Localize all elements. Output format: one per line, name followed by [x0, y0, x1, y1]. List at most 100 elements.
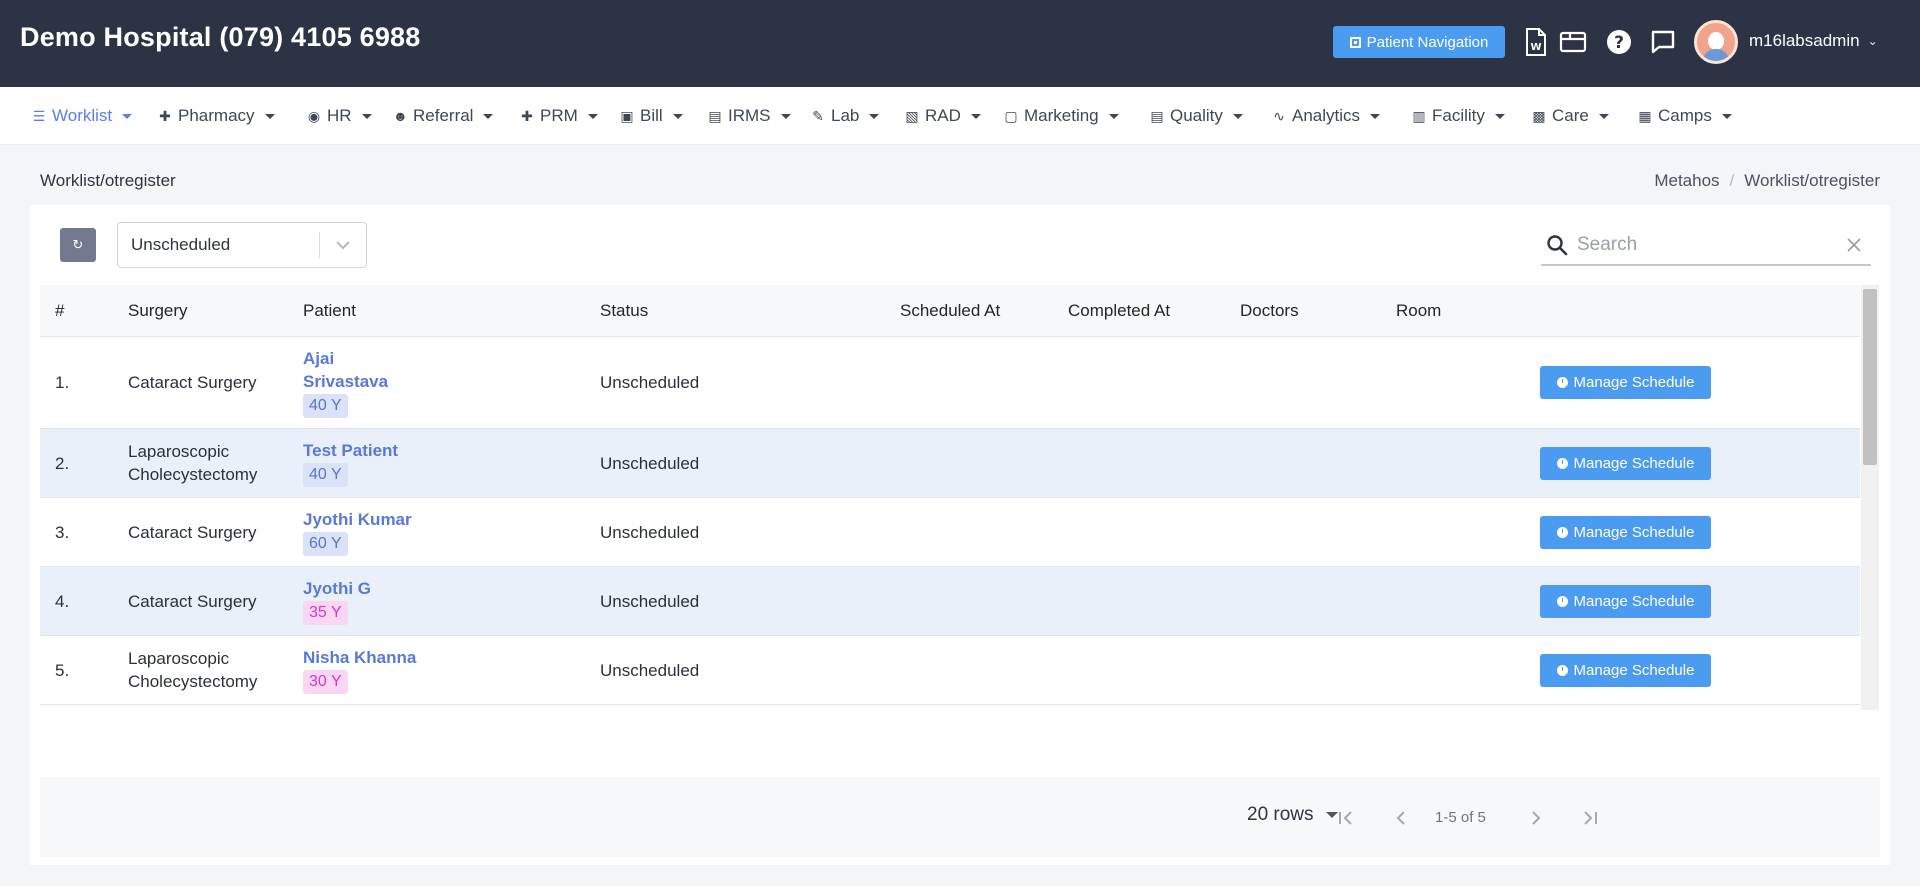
avatar[interactable]: [1694, 20, 1738, 64]
search-icon: [1541, 234, 1573, 256]
patient-name-link[interactable]: Ajai Srivastava: [303, 347, 423, 393]
caret-down-icon: [122, 113, 133, 119]
status-text: Unscheduled: [600, 373, 700, 392]
table-row: 5. Laparoscopic Cholecystectomy Nisha Kh…: [40, 636, 1860, 705]
nav-item-referral[interactable]: ☻ Referral: [393, 104, 494, 128]
caret-down-icon: [1721, 113, 1732, 119]
patient-cell: Jyothi G 35 Y: [303, 577, 371, 625]
caret-down-icon: [672, 113, 683, 119]
nav-item-pharmacy[interactable]: ✚ Pharmacy: [158, 104, 275, 128]
window-icon[interactable]: [1558, 27, 1588, 57]
last-page-button[interactable]: [1580, 807, 1600, 829]
avatar-face: [1708, 32, 1724, 50]
table-row: Laparoscopic Cholecystectomy 2. Test Pat…: [40, 429, 1860, 498]
patient-name-link[interactable]: Jyothi Kumar: [303, 508, 412, 531]
money-icon: ▣: [620, 107, 634, 124]
age-badge: 30 Y: [303, 670, 348, 694]
nav-item-label: Camps: [1658, 106, 1712, 125]
row-index: 4.: [55, 592, 70, 611]
caret-down-icon: [780, 113, 791, 119]
nav-item-label: Analytics: [1292, 106, 1361, 125]
nav-item-irms[interactable]: ▤ IRMS: [708, 104, 791, 128]
column-header-completed-at[interactable]: Completed At: [1068, 301, 1170, 321]
previous-page-button[interactable]: [1391, 807, 1411, 829]
surgery-name: Laparoscopic Cholecystectomy: [128, 442, 258, 484]
last-page-icon: [1584, 811, 1597, 825]
surgery-name: Cataract Surgery: [128, 592, 257, 611]
column-header-scheduled-at[interactable]: Scheduled At: [900, 301, 1000, 321]
nav-item-care[interactable]: ▩ Care: [1532, 104, 1609, 128]
manage-schedule-button[interactable]: Manage Schedule: [1540, 516, 1711, 549]
patient-cell: Test Patient 40 Y: [303, 439, 398, 487]
column-header-status[interactable]: Status: [600, 301, 648, 321]
nav-item-camps[interactable]: ▦ Camps: [1638, 104, 1732, 128]
column-header-index: #: [55, 301, 65, 320]
surgery-name: Cataract Surgery: [128, 373, 257, 392]
manage-schedule-button[interactable]: Manage Schedule: [1540, 585, 1711, 618]
patient-name-link[interactable]: Test Patient: [303, 439, 398, 462]
close-icon[interactable]: [1837, 237, 1871, 253]
search-input[interactable]: [1573, 234, 1837, 256]
search-box: [1541, 226, 1871, 266]
column-header-surgery[interactable]: Surgery: [128, 301, 188, 321]
nav-item-hr[interactable]: ◉ HR: [307, 104, 372, 128]
nav-item-facility[interactable]: ▥ Facility: [1412, 104, 1505, 128]
next-page-button[interactable]: [1526, 807, 1546, 829]
breadcrumb-item-metahos[interactable]: Metahos: [1654, 171, 1719, 191]
nav-item-worklist[interactable]: ☰ Worklist: [32, 104, 133, 128]
nav-item-lab[interactable]: ✎ Lab: [811, 104, 880, 128]
manage-schedule-button[interactable]: Manage Schedule: [1540, 366, 1711, 399]
user-circle-icon: ◉: [307, 107, 321, 124]
caret-down-icon: [361, 113, 372, 119]
table-row: 1. Cataract Surgery Ajai Srivastava 40 Y…: [40, 337, 1860, 429]
nav-item-label: Pharmacy: [178, 106, 255, 125]
nav-item-label: PRM: [540, 106, 578, 125]
breadcrumb-separator: /: [1729, 171, 1735, 190]
clipboard-icon: [1349, 36, 1361, 48]
user-menu[interactable]: m16labsadmin ⌄: [1749, 31, 1878, 51]
rows-per-page-select[interactable]: 20 rows: [1247, 804, 1338, 826]
caret-down-icon: [587, 113, 598, 119]
scrollbar-thumb[interactable]: [1863, 289, 1877, 465]
page-title: Worklist/otregister: [40, 171, 176, 190]
table-scrollbar[interactable]: [1861, 285, 1879, 710]
manage-schedule-button[interactable]: Manage Schedule: [1540, 654, 1711, 687]
nav-item-label: Quality: [1170, 106, 1223, 125]
svg-text:?: ?: [1614, 33, 1624, 53]
pencil-icon: ✎: [812, 107, 824, 124]
first-page-button[interactable]: [1336, 807, 1356, 829]
column-header-doctors[interactable]: Doctors: [1240, 301, 1299, 321]
word-document-icon[interactable]: W: [1521, 27, 1551, 57]
plus-icon: ✚: [521, 107, 533, 124]
nav-item-label: Facility: [1432, 106, 1485, 125]
patient-navigation-button[interactable]: Patient Navigation: [1333, 26, 1505, 58]
nav-item-prm[interactable]: ✚ PRM: [520, 104, 598, 128]
refresh-button[interactable]: ↻: [60, 228, 96, 262]
patient-navigation-label: Patient Navigation: [1366, 33, 1489, 51]
refresh-icon: ↻: [72, 237, 84, 252]
clock-icon: [1556, 527, 1568, 538]
status-filter-select[interactable]: Unscheduled: [117, 222, 367, 268]
chat-icon[interactable]: [1648, 27, 1678, 57]
caret-down-icon: [483, 113, 494, 119]
column-header-room[interactable]: Room: [1396, 301, 1441, 321]
chevron-down-icon: [320, 240, 366, 250]
otregister-table: # Surgery Patient Status Scheduled At Co…: [40, 285, 1860, 710]
nav-item-analytics[interactable]: ∿ Analytics: [1272, 104, 1381, 128]
surgery-name: Cataract Surgery: [128, 523, 257, 542]
avatar-body: [1703, 49, 1729, 61]
manage-schedule-label: Manage Schedule: [1573, 662, 1695, 679]
pulse-icon: ∿: [1273, 107, 1285, 124]
patient-name-link[interactable]: Nisha Khanna: [303, 646, 416, 669]
help-icon[interactable]: ?: [1604, 27, 1634, 57]
shopping-bag-icon: ▢: [1004, 107, 1018, 124]
nav-item-marketing[interactable]: ▢ Marketing: [1004, 104, 1119, 128]
nav-item-quality[interactable]: ▤ Quality: [1150, 104, 1243, 128]
nav-item-rad[interactable]: ▧ RAD: [905, 104, 981, 128]
manage-schedule-button[interactable]: Manage Schedule: [1540, 447, 1711, 480]
patient-name-link[interactable]: Jyothi G: [303, 577, 371, 600]
nav-item-bill[interactable]: ▣ Bill: [620, 104, 683, 128]
column-header-patient[interactable]: Patient: [303, 301, 356, 321]
top-header: Demo Hospital (079) 4105 6988 Patient Na…: [0, 0, 1920, 87]
main-navigation: ☰ Worklist ✚ Pharmacy ◉ HR ☻ Referral ✚ …: [0, 87, 1920, 145]
